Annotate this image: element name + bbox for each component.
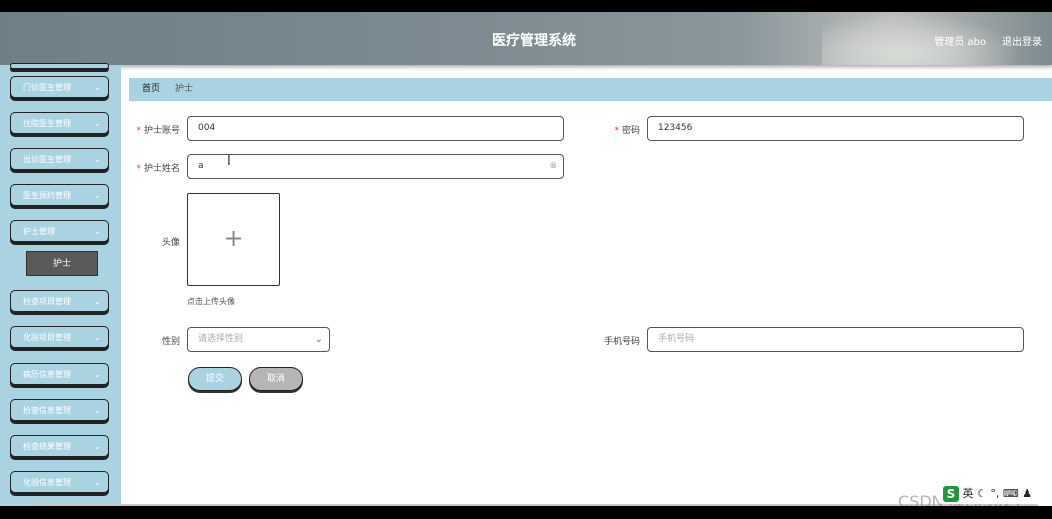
horizontal-scrollbar[interactable] — [38, 504, 1038, 506]
nurse-name-value: a — [198, 161, 204, 171]
sidebar-item-label: 化验项目管理 — [23, 333, 71, 342]
cancel-button[interactable]: 取消 — [249, 367, 303, 391]
moon-icon: ☾ — [977, 487, 987, 500]
chevron-down-icon: ⌄ — [93, 227, 101, 237]
chevron-down-icon: ⌄ — [93, 119, 101, 129]
breadcrumb-home[interactable]: 首页 — [142, 78, 160, 101]
sidebar-item-exam-info[interactable]: 检查信息管理 ⌄ — [10, 399, 109, 421]
gender-label: 性别 — [161, 337, 180, 347]
chevron-down-icon: ⌄ — [93, 155, 101, 165]
sidebar-item-lab-info[interactable]: 化验信息管理 ⌄ — [10, 471, 109, 493]
sidebar-item-exam-items[interactable]: 检查项目管理 ⌄ — [10, 290, 109, 312]
chevron-down-icon: ⌄ — [93, 442, 101, 452]
keyboard-icon: ⌨ — [1002, 487, 1019, 500]
nurse-name-input[interactable]: a ⊗ — [187, 154, 564, 179]
current-user: 管理员 abo — [934, 37, 986, 48]
password-label-text: 密码 — [621, 126, 640, 136]
sidebar-item-medical-records[interactable]: 病历信息管理 ⌄ — [10, 363, 109, 385]
sidebar-item-nurse-management[interactable]: 护士管理 ⌄ — [10, 220, 109, 242]
phone-input[interactable]: 手机号码 — [647, 327, 1024, 352]
sidebar-item-visiting-doctor[interactable]: 出诊医生管理 ⌄ — [10, 148, 109, 170]
nurse-name-label: * 护士姓名 — [130, 161, 180, 174]
sidebar-item-appointment[interactable]: 医生预约管理 ⌄ — [10, 184, 109, 206]
sidebar-item-partial[interactable] — [10, 63, 109, 69]
app-title: 医疗管理系统 — [492, 33, 576, 49]
chevron-down-icon: ⌄ — [93, 297, 101, 307]
chevron-down-icon: ⌄ — [93, 406, 101, 416]
gender-select[interactable]: 请选择性别 ⌄ — [187, 327, 330, 352]
required-mark: * — [136, 126, 141, 136]
plus-icon: + — [223, 224, 244, 252]
sidebar-item-exam-results[interactable]: 检查结果管理 ⌄ — [10, 435, 109, 457]
sidebar-item-outpatient-doctor[interactable]: 门诊医生管理 ⌄ — [10, 76, 109, 98]
ime-toolbar[interactable]: S 英 ☾ °, ⌨ ♟ — [940, 484, 1036, 504]
sidebar-item-label: 检查信息管理 — [23, 406, 71, 415]
chevron-down-icon: ⌄ — [314, 334, 323, 345]
sidebar-item-label: 病历信息管理 — [23, 370, 71, 379]
chevron-down-icon: ⌄ — [93, 191, 101, 201]
chevron-down-icon: ⌄ — [93, 333, 101, 343]
sidebar: 门诊医生管理 ⌄ 住院医生管理 ⌄ 出诊医生管理 ⌄ 医生预约管理 ⌄ 护士管理… — [0, 63, 121, 506]
sidebar-item-inpatient-doctor[interactable]: 住院医生管理 ⌄ — [10, 112, 109, 134]
required-mark: * — [136, 164, 141, 174]
chevron-down-icon: ⌄ — [93, 370, 101, 380]
required-mark: * — [614, 126, 619, 136]
sidebar-item-label: 护士管理 — [23, 227, 55, 236]
sogou-logo-icon: S — [943, 486, 959, 502]
submit-button[interactable]: 提交 — [188, 367, 242, 391]
upload-hint: 点击上传头像 — [187, 297, 235, 306]
sidebar-item-lab-items[interactable]: 化验项目管理 ⌄ — [10, 326, 109, 348]
nurse-account-input[interactable]: 004 — [187, 116, 564, 141]
punctuation-icon: °, — [990, 487, 1000, 500]
logout-link[interactable]: 退出登录 — [1002, 33, 1042, 48]
sidebar-item-label: 检查结果管理 — [23, 442, 71, 451]
user-icon: ♟ — [1022, 487, 1033, 500]
sidebar-item-label: 门诊医生管理 — [23, 83, 71, 92]
sidebar-item-label: 检查项目管理 — [23, 297, 71, 306]
nurse-account-label-text: 护士账号 — [143, 126, 180, 136]
avatar-label: 头像 — [161, 238, 180, 248]
password-label: * 密码 — [600, 123, 640, 136]
app-window: 医疗管理系统 管理员 abo 退出登录 门诊医生管理 ⌄ 住院医生管理 ⌄ 出诊… — [0, 12, 1052, 506]
sidebar-item-label: 住院医生管理 — [23, 119, 71, 128]
nurse-account-label: * 护士账号 — [130, 123, 180, 136]
gender-select-placeholder: 请选择性别 — [198, 334, 244, 344]
avatar-upload-box[interactable]: + — [187, 193, 280, 286]
sidebar-item-label: 化验信息管理 — [23, 478, 71, 487]
top-header: 医疗管理系统 管理员 abo 退出登录 — [0, 12, 1052, 65]
nurse-name-label-text: 护士姓名 — [143, 164, 180, 174]
ime-mode-label: 英 — [962, 487, 974, 500]
phone-label: 手机号码 — [603, 337, 640, 347]
sidebar-subitem-nurse[interactable]: 护士 — [26, 251, 98, 276]
chevron-down-icon: ⌄ — [93, 83, 101, 93]
password-input[interactable]: 123456 — [647, 116, 1024, 141]
sidebar-item-label: 医生预约管理 — [23, 191, 71, 200]
breadcrumb: 首页 护士 — [129, 78, 1052, 101]
breadcrumb-current: 护士 — [175, 84, 194, 94]
clear-icon[interactable]: ⊗ — [549, 155, 557, 178]
sidebar-item-label: 出诊医生管理 — [23, 155, 71, 164]
chevron-down-icon: ⌄ — [93, 478, 101, 488]
text-cursor-icon: I — [227, 154, 231, 169]
